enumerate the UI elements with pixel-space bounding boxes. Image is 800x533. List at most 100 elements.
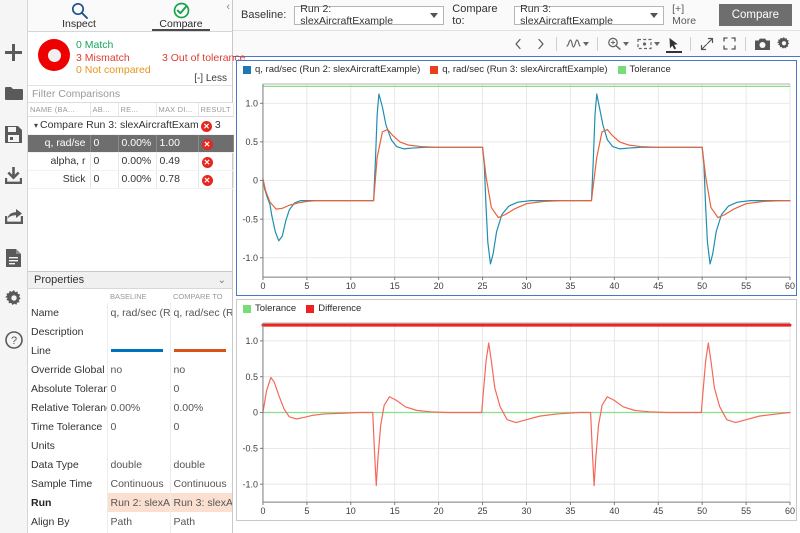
gear-icon[interactable] [0, 278, 28, 319]
property-row[interactable]: Relative Tolerance0.00%0.00% [28, 398, 232, 417]
signal-comparison-chart[interactable]: q, rad/sec (Run 2: slexAircraftExample) … [236, 60, 797, 296]
summary-match: 0 Match [76, 39, 114, 51]
table-row[interactable]: Stick 0 0.00% 0.78 ✕ [28, 170, 234, 189]
row-result: ✕ [198, 152, 234, 171]
compare-button[interactable]: Compare [718, 4, 792, 26]
row-maxdiff: 1.00 [156, 134, 199, 153]
property-row[interactable]: Nameq, rad/sec (Runq, rad/sec (Run [28, 303, 232, 322]
legend-item[interactable]: q, rad/sec (Run 3: slexAircraftExample) [430, 64, 608, 75]
legend-swatch [306, 304, 315, 313]
difference-chart[interactable]: Tolerance Difference 0 5 10 15 20 25 30 35 40 45 5… [236, 299, 797, 521]
col-maxdiff[interactable]: MAX DI... [156, 103, 199, 117]
import-icon[interactable] [0, 155, 28, 196]
settings-button[interactable] [774, 34, 794, 54]
properties-panel: BASELINE COMPARE TO Nameq, rad/sec (Runq… [28, 289, 232, 533]
properties-header[interactable]: Properties ⌄ [28, 271, 232, 289]
property-compare-value: Continuous [170, 474, 232, 493]
col-abs[interactable]: AB... [90, 103, 119, 117]
filter-comparisons-input[interactable]: Filter Comparisons [28, 86, 232, 103]
property-row[interactable]: Time Tolerance 0 0 [28, 417, 232, 436]
table-row[interactable]: q, rad/se 0 0.00% 1.00 ✕ [28, 134, 234, 153]
comparison-group-row[interactable]: ▾ Compare Run 3: slexAircraftExamp ✕ 3 [28, 116, 233, 135]
summary-out-of-tolerance: 3 Out of tolerance [162, 51, 246, 64]
toolbar-divider [745, 36, 746, 51]
report-icon[interactable] [0, 237, 28, 278]
group-label: Compare Run 3: slexAircraftExamp [40, 119, 198, 131]
x-tick-label: 40 [609, 281, 619, 291]
left-icon-rail: ? [0, 0, 28, 533]
property-row[interactable]: Line [28, 341, 232, 360]
fit-to-view-button[interactable] [634, 34, 662, 54]
more-options-link[interactable]: [+] More [672, 3, 707, 27]
props-col-compare: COMPARE TO [173, 291, 223, 301]
pointer-tool-button[interactable] [664, 34, 684, 54]
y-tick-label: 0 [253, 408, 258, 418]
property-compare-value [170, 341, 232, 360]
legend-label: Difference [318, 303, 362, 314]
row-rel: 0.00% [118, 152, 157, 171]
add-icon[interactable] [0, 32, 28, 73]
help-icon[interactable]: ? [0, 319, 28, 360]
compare-line-color-swatch [173, 348, 226, 352]
plot-canvas[interactable]: 0 5 10 15 20 25 30 35 40 45 50 55 60 -1.0 -0.5 0 0.5 1.0 [237, 78, 796, 295]
property-row[interactable]: Data Type double double [28, 455, 232, 474]
property-compare-value: 0 [170, 379, 232, 398]
expand-caret-icon[interactable]: ▾ [34, 121, 38, 130]
chevron-down-icon[interactable]: ⌄ [218, 275, 226, 286]
x-tick-label: 0 [260, 281, 265, 291]
compare-to-select-value: Run 3: slexAircraftExample [520, 3, 613, 27]
comparison-summary: 0 Match 3 Mismatch 0 Not compared 3 Out … [28, 32, 245, 86]
col-result[interactable]: RESULT [198, 103, 234, 117]
share-icon[interactable] [0, 196, 28, 237]
legend-item[interactable]: Difference [306, 303, 361, 314]
property-baseline-value: no [107, 360, 171, 379]
col-name[interactable]: NAME (BA... [28, 103, 91, 117]
property-row[interactable]: Align By Path Path [28, 512, 232, 531]
chevron-down-icon [582, 41, 589, 46]
zoom-out-button[interactable] [697, 34, 717, 54]
x-tick-label: 10 [346, 506, 356, 516]
zoom-in-button[interactable] [604, 34, 632, 54]
plot-canvas[interactable]: 0 5 10 15 20 25 30 35 40 45 50 55 60 -1.0 -0.5 0 0.5 1.0 [237, 317, 796, 520]
col-rel[interactable]: RE... [118, 103, 157, 117]
property-row[interactable]: Override Global Tolenono [28, 360, 232, 379]
property-row[interactable]: Sample Time Continuous Continuous [28, 474, 232, 493]
search-icon [71, 2, 88, 19]
y-tick-label: 0.5 [245, 372, 257, 382]
x-tick-label: 5 [304, 506, 309, 516]
y-tick-label: 0.5 [245, 137, 257, 147]
less-toggle-link[interactable]: [-] Less [194, 73, 227, 84]
x-tick-label: 35 [565, 506, 575, 516]
cursor-measurement-button[interactable] [563, 34, 591, 54]
save-icon[interactable] [0, 114, 28, 155]
collapse-panel-button[interactable]: ‹ [226, 2, 230, 13]
property-row[interactable]: Description [28, 322, 232, 341]
property-compare-value: Run 3: slexAirc [170, 493, 232, 512]
props-col-baseline: BASELINE [110, 291, 147, 301]
property-compare-value [170, 322, 232, 341]
legend-item[interactable]: Tolerance [243, 303, 296, 314]
property-label: Run [28, 493, 108, 512]
maximize-button[interactable] [719, 34, 739, 54]
open-folder-icon[interactable] [0, 73, 28, 114]
tab-inspect[interactable]: Inspect [28, 0, 130, 31]
legend-item[interactable]: q, rad/sec (Run 2: slexAircraftExample) [243, 64, 420, 75]
property-label: Line [28, 341, 108, 360]
legend-swatch [243, 304, 251, 313]
table-row[interactable]: alpha, r 0 0.00% 0.49 ✕ [28, 152, 234, 171]
legend-item[interactable]: Tolerance [617, 64, 671, 75]
compare-to-select[interactable]: Run 3: slexAircraftExample [514, 3, 665, 27]
sdi-window: ? Inspect Compare ‹ 0 Match 3 Mismatch 0… [0, 0, 800, 533]
baseline-select[interactable]: Run 2: slexAircraftExample [294, 3, 445, 27]
property-compare-value: Path [170, 512, 232, 531]
next-signal-button[interactable] [530, 34, 550, 54]
property-row[interactable]: RunRun 2: slexAircRun 3: slexAirc [28, 493, 232, 512]
tab-compare[interactable]: Compare [130, 0, 232, 31]
prev-signal-button[interactable] [508, 34, 528, 54]
right-pane: Baseline: Run 2: slexAircraftExample Com… [233, 0, 800, 533]
snapshot-button[interactable] [752, 34, 772, 54]
property-row[interactable]: Units [28, 436, 232, 455]
property-baseline-value: 0 [107, 379, 171, 398]
left-panel: Inspect Compare ‹ 0 Match 3 Mismatch 0 N… [28, 0, 245, 533]
property-row[interactable]: Absolute Tolerance00 [28, 379, 232, 398]
